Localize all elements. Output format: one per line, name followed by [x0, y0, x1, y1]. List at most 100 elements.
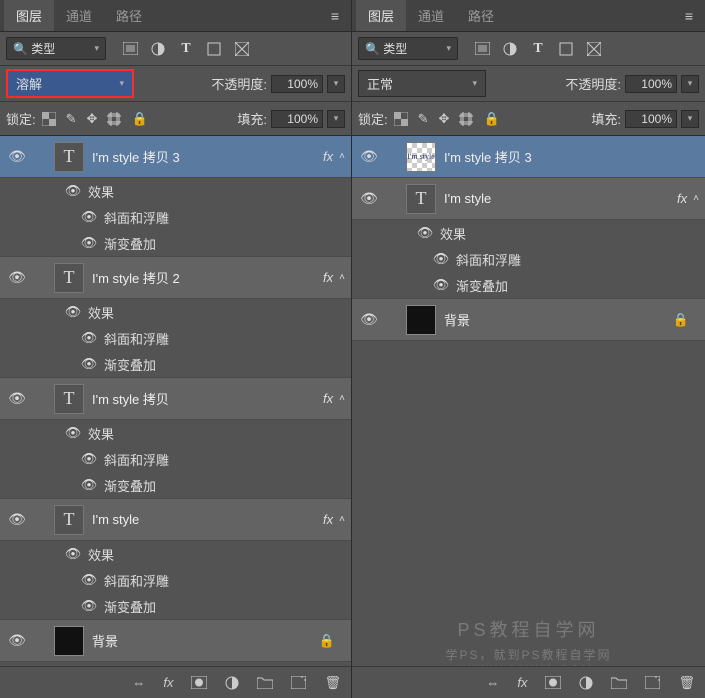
- layer-row[interactable]: 👁 T I'm style 拷贝 fx ˄: [0, 378, 351, 420]
- lock-transparent-icon[interactable]: [394, 112, 408, 126]
- add-fx-icon[interactable]: fx: [163, 675, 173, 690]
- lock-pixels-icon[interactable]: ✎: [418, 111, 429, 127]
- filter-smart-icon[interactable]: [234, 41, 250, 57]
- visibility-icon[interactable]: 👁: [6, 390, 28, 407]
- opacity-input[interactable]: 100%: [625, 75, 677, 93]
- effect-item[interactable]: 渐变叠加: [456, 276, 508, 295]
- fill-input[interactable]: 100%: [625, 110, 677, 128]
- tab-paths[interactable]: 路径: [104, 0, 154, 31]
- panel-menu-icon[interactable]: ≡: [323, 4, 347, 28]
- visibility-icon[interactable]: 👁: [64, 425, 82, 441]
- fill-stepper[interactable]: ▾: [681, 110, 699, 128]
- layer-thumbnail[interactable]: [54, 626, 84, 656]
- layer-name[interactable]: 背景: [444, 310, 673, 329]
- visibility-icon[interactable]: 👁: [80, 451, 98, 467]
- layer-name[interactable]: I'm style 拷贝 2: [92, 268, 323, 287]
- add-group-icon[interactable]: [611, 676, 627, 689]
- add-layer-icon[interactable]: [291, 676, 306, 689]
- filter-shape-icon[interactable]: [206, 41, 222, 57]
- effect-item[interactable]: 渐变叠加: [104, 355, 156, 374]
- layer-row[interactable]: 👁 背景 🔒: [352, 299, 705, 341]
- effects-label[interactable]: 效果: [88, 545, 114, 564]
- layer-row[interactable]: 👁 T I'm style fx ˄: [352, 178, 705, 220]
- effects-label[interactable]: 效果: [88, 182, 114, 201]
- tab-channels[interactable]: 通道: [406, 0, 456, 31]
- collapse-icon[interactable]: ˄: [339, 151, 345, 162]
- lock-artboard-icon[interactable]: [107, 112, 121, 126]
- effects-label[interactable]: 效果: [88, 303, 114, 322]
- filter-pixel-icon[interactable]: [474, 41, 490, 57]
- fx-indicator[interactable]: fx: [323, 512, 333, 527]
- lock-artboard-icon[interactable]: [459, 112, 473, 126]
- filter-adjust-icon[interactable]: [502, 41, 518, 57]
- collapse-icon[interactable]: ˄: [339, 514, 345, 525]
- layer-row[interactable]: 👁 背景 🔒: [0, 620, 351, 662]
- filter-shape-icon[interactable]: [558, 41, 574, 57]
- delete-icon[interactable]: 🗑: [324, 675, 341, 691]
- visibility-icon[interactable]: 👁: [80, 572, 98, 588]
- add-group-icon[interactable]: [257, 676, 273, 689]
- collapse-icon[interactable]: ˄: [693, 193, 699, 204]
- fill-input[interactable]: 100%: [271, 110, 323, 128]
- visibility-icon[interactable]: 👁: [80, 356, 98, 372]
- opacity-stepper[interactable]: ▾: [327, 75, 345, 93]
- visibility-icon[interactable]: 👁: [6, 511, 28, 528]
- visibility-icon[interactable]: 👁: [432, 277, 450, 293]
- effect-item[interactable]: 斜面和浮雕: [456, 250, 521, 269]
- layer-thumbnail[interactable]: T: [406, 184, 436, 214]
- visibility-icon[interactable]: 👁: [80, 330, 98, 346]
- visibility-icon[interactable]: 👁: [6, 269, 28, 286]
- visibility-icon[interactable]: 👁: [80, 235, 98, 251]
- visibility-icon[interactable]: 👁: [432, 251, 450, 267]
- add-fx-icon[interactable]: fx: [517, 675, 527, 690]
- filter-type-icon[interactable]: T: [530, 41, 546, 57]
- filter-pixel-icon[interactable]: [122, 41, 138, 57]
- delete-icon[interactable]: 🗑: [678, 675, 695, 691]
- tab-layers[interactable]: 图层: [4, 0, 54, 31]
- collapse-icon[interactable]: ˄: [339, 272, 345, 283]
- effect-item[interactable]: 斜面和浮雕: [104, 450, 169, 469]
- visibility-icon[interactable]: 👁: [80, 209, 98, 225]
- add-adjust-icon[interactable]: [579, 676, 593, 690]
- tab-layers[interactable]: 图层: [356, 0, 406, 31]
- visibility-icon[interactable]: 👁: [64, 183, 82, 199]
- layer-thumbnail[interactable]: T: [54, 384, 84, 414]
- effects-label[interactable]: 效果: [88, 424, 114, 443]
- layer-thumbnail[interactable]: T: [54, 263, 84, 293]
- visibility-icon[interactable]: 👁: [64, 546, 82, 562]
- layer-name[interactable]: I'm style 拷贝 3: [92, 147, 323, 166]
- opacity-input[interactable]: 100%: [271, 75, 323, 93]
- visibility-icon[interactable]: 👁: [80, 598, 98, 614]
- layer-name[interactable]: I'm style 拷贝: [92, 389, 323, 408]
- lock-all-icon[interactable]: 🔒: [483, 111, 499, 127]
- effect-item[interactable]: 斜面和浮雕: [104, 329, 169, 348]
- layer-row[interactable]: 👁 I'm style I'm style 拷贝 3: [352, 136, 705, 178]
- collapse-icon[interactable]: ˄: [339, 393, 345, 404]
- add-mask-icon[interactable]: [545, 676, 561, 689]
- add-adjust-icon[interactable]: [225, 676, 239, 690]
- lock-all-icon[interactable]: 🔒: [131, 111, 147, 127]
- blend-mode-dropdown[interactable]: 正常▾: [358, 70, 486, 97]
- layer-thumbnail[interactable]: T: [54, 142, 84, 172]
- add-mask-icon[interactable]: [191, 676, 207, 689]
- panel-menu-icon[interactable]: ≡: [677, 4, 701, 28]
- fx-indicator[interactable]: fx: [677, 191, 687, 206]
- lock-position-icon[interactable]: ✥: [87, 111, 98, 127]
- tab-paths[interactable]: 路径: [456, 0, 506, 31]
- visibility-icon[interactable]: 👁: [6, 148, 28, 165]
- layer-row[interactable]: 👁 T I'm style 拷贝 3 fx ˄: [0, 136, 351, 178]
- lock-transparent-icon[interactable]: [42, 112, 56, 126]
- layer-row[interactable]: 👁 T I'm style 拷贝 2 fx ˄: [0, 257, 351, 299]
- add-layer-icon[interactable]: [645, 676, 660, 689]
- effect-item[interactable]: 渐变叠加: [104, 476, 156, 495]
- effect-item[interactable]: 斜面和浮雕: [104, 208, 169, 227]
- layer-thumbnail[interactable]: I'm style: [406, 142, 436, 172]
- search-type-dropdown[interactable]: 🔍 类型▾: [358, 37, 458, 60]
- lock-position-icon[interactable]: ✥: [439, 111, 450, 127]
- fx-indicator[interactable]: fx: [323, 270, 333, 285]
- fx-indicator[interactable]: fx: [323, 149, 333, 164]
- effect-item[interactable]: 渐变叠加: [104, 597, 156, 616]
- visibility-icon[interactable]: 👁: [6, 632, 28, 649]
- visibility-icon[interactable]: 👁: [64, 304, 82, 320]
- visibility-icon[interactable]: 👁: [416, 225, 434, 241]
